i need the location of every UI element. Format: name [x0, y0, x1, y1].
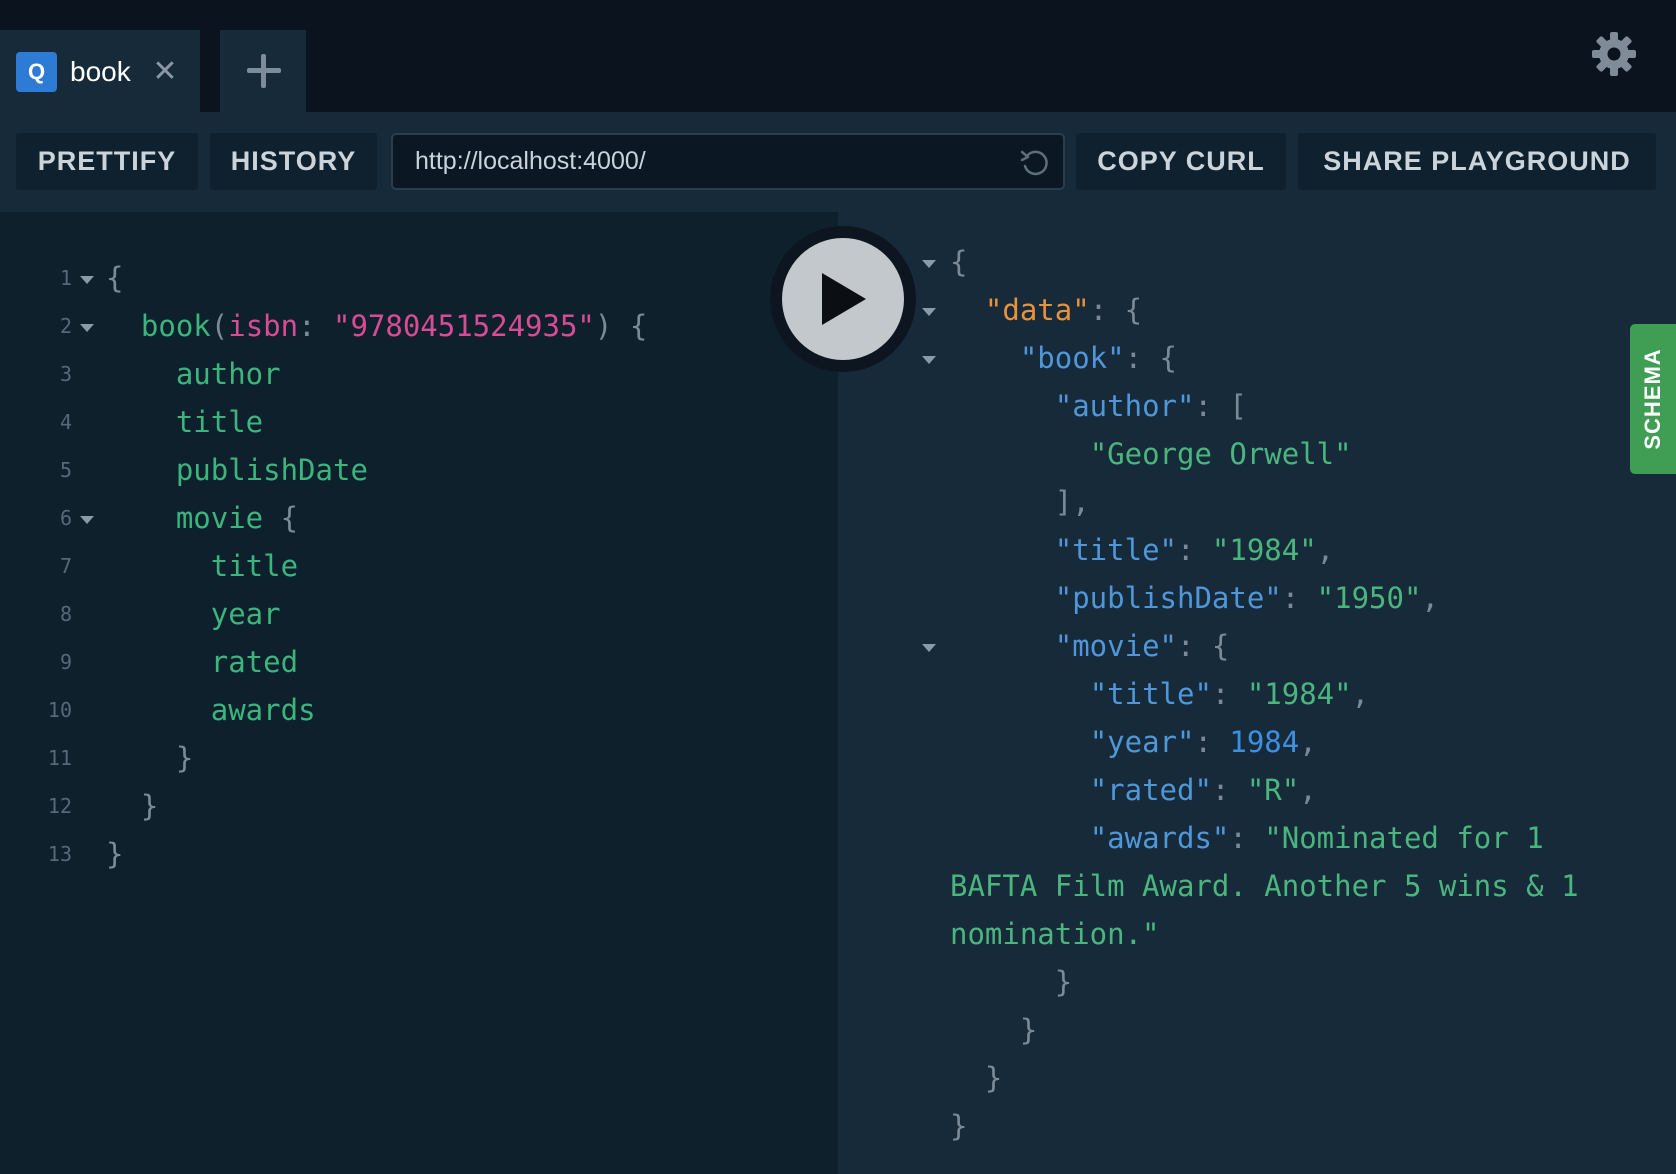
result-line: "title": "1984",	[1054, 533, 1335, 567]
result-key: "book"	[1019, 341, 1125, 375]
query-argument-value: "9780451524935"	[333, 309, 595, 343]
code-line: {	[106, 261, 124, 295]
result-line: "author": [	[1054, 389, 1247, 423]
schema-label: SCHEMA	[1640, 348, 1665, 450]
query-field: awards	[210, 693, 316, 727]
code-line: title	[106, 400, 263, 444]
fold-arrow-icon[interactable]	[922, 644, 936, 652]
query-field: rated	[210, 645, 299, 679]
query-field: book	[140, 309, 211, 343]
line-number: 10	[47, 698, 72, 722]
fold-arrow-icon[interactable]	[80, 276, 94, 284]
prettify-button[interactable]: PRETTIFY	[16, 133, 198, 190]
line-number: 1	[59, 266, 72, 290]
line-number: 12	[47, 794, 72, 818]
close-icon[interactable]: ✕	[150, 52, 180, 92]
code-line: movie {	[175, 501, 299, 535]
code-line: }	[106, 741, 194, 775]
new-tab-button[interactable]	[220, 30, 306, 112]
copy-curl-button[interactable]: COPY CURL	[1076, 133, 1286, 190]
result-line: BAFTA Film Award. Another 5 wins & 1	[950, 864, 1579, 908]
code-line: title	[106, 544, 298, 588]
run-button[interactable]	[782, 238, 904, 360]
result-line: }	[950, 1013, 1038, 1047]
result-value: "1984"	[1211, 533, 1317, 567]
query-field: title	[175, 405, 264, 439]
query-field: movie	[175, 501, 264, 535]
result-line: }	[950, 965, 1073, 999]
code-line: publishDate	[106, 448, 368, 492]
result-key: "title"	[1054, 533, 1177, 567]
line-number: 2	[59, 314, 72, 338]
query-field: author	[175, 357, 281, 391]
result-line: {	[950, 245, 968, 279]
result-line: "awards": "Nominated for 1	[1089, 821, 1544, 855]
code-line: year	[106, 592, 281, 636]
line-number: 4	[59, 410, 72, 434]
result-line: "data": {	[984, 293, 1143, 327]
result-line: "movie": {	[1054, 629, 1230, 663]
result-key: "publishDate"	[1054, 581, 1282, 615]
result-value: BAFTA Film Award. Another 5 wins & 1	[950, 869, 1579, 903]
result-line: "book": {	[1019, 341, 1177, 375]
fold-arrow-icon[interactable]	[922, 308, 936, 316]
gear-icon[interactable]	[1592, 30, 1636, 78]
fold-arrow-icon[interactable]	[80, 516, 94, 524]
code-line: book(isbn: "9780451524935") {	[140, 309, 648, 343]
result-value: "George Orwell"	[1089, 437, 1352, 471]
line-number: 5	[59, 458, 72, 482]
result-line: nomination."	[950, 912, 1160, 956]
line-number: 6	[59, 506, 72, 530]
result-line: }	[950, 1061, 1003, 1095]
code-line: rated	[106, 640, 298, 684]
result-key: "year"	[1089, 725, 1195, 759]
result-value: nomination."	[950, 917, 1160, 951]
play-icon	[822, 273, 866, 325]
result-key: "data"	[984, 293, 1090, 327]
result-value: "R"	[1246, 773, 1300, 807]
query-field: year	[210, 597, 281, 631]
result-key: "movie"	[1054, 629, 1177, 663]
result-key: "author"	[1054, 389, 1195, 423]
fold-arrow-icon[interactable]	[922, 260, 936, 268]
share-playground-button[interactable]: SHARE PLAYGROUND	[1298, 133, 1656, 190]
query-argument: isbn	[228, 309, 299, 343]
code-line: }	[106, 789, 159, 823]
result-value: "1984"	[1246, 677, 1352, 711]
endpoint-field[interactable]	[391, 133, 1065, 190]
result-line: "publishDate": "1950",	[1054, 581, 1439, 615]
line-number: 3	[59, 362, 72, 386]
query-badge-icon: Q	[16, 52, 57, 92]
result-value: "1950"	[1316, 581, 1422, 615]
result-line: "title": "1984",	[1089, 677, 1370, 711]
reload-icon[interactable]	[1019, 146, 1051, 178]
code-line: }	[106, 837, 124, 871]
line-number: 9	[59, 650, 72, 674]
fold-arrow-icon[interactable]	[80, 324, 94, 332]
result-value: "Nominated for 1	[1264, 821, 1544, 855]
history-button[interactable]: HISTORY	[210, 133, 377, 190]
result-key: "awards"	[1089, 821, 1230, 855]
result-line: "George Orwell"	[950, 432, 1352, 476]
query-field: title	[210, 549, 299, 583]
tab-title[interactable]: book	[70, 52, 131, 92]
result-line: "year": 1984,	[1089, 725, 1317, 759]
code-line: awards	[106, 688, 316, 732]
line-number: 13	[47, 842, 72, 866]
result-line: "rated": "R",	[1089, 773, 1317, 807]
code-line: author	[106, 352, 281, 396]
result-key: "title"	[1089, 677, 1212, 711]
line-number: 7	[59, 554, 72, 578]
endpoint-input[interactable]	[415, 135, 995, 188]
fold-arrow-icon[interactable]	[922, 356, 936, 364]
result-line: }	[950, 1109, 968, 1143]
query-field: publishDate	[175, 453, 368, 487]
line-number: 8	[59, 602, 72, 626]
result-key: "rated"	[1089, 773, 1212, 807]
result-value: 1984	[1229, 725, 1300, 759]
result-line: ],	[950, 485, 1090, 519]
line-number: 11	[47, 746, 72, 770]
schema-tab[interactable]: SCHEMA	[1630, 324, 1676, 474]
